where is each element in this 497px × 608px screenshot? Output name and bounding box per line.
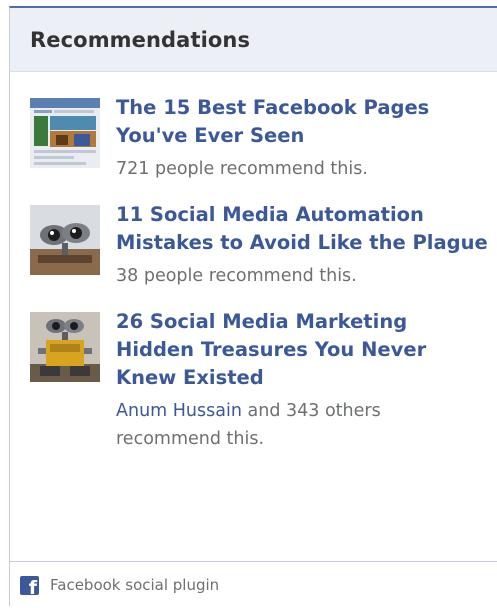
article-link[interactable]: 26 Social Media Marketing Hidden Treasur…	[116, 308, 490, 392]
widget-header: Recommendations	[10, 8, 497, 72]
wall-e-robot-image	[30, 312, 100, 382]
widget-footer: f Facebook social plugin	[10, 561, 497, 608]
item-body: 26 Social Media Marketing Hidden Treasur…	[116, 308, 490, 453]
list-item: 11 Social Media Automation Mistakes to A…	[30, 201, 490, 290]
item-body: The 15 Best Facebook Pages You've Ever S…	[116, 94, 490, 183]
recommendations-list: The 15 Best Facebook Pages You've Ever S…	[30, 94, 490, 471]
article-thumbnail[interactable]	[30, 205, 100, 275]
webpage-screenshot-image	[30, 98, 100, 168]
list-item: The 15 Best Facebook Pages You've Ever S…	[30, 94, 490, 183]
social-plugin-label[interactable]: Facebook social plugin	[50, 576, 219, 594]
article-thumbnail[interactable]	[30, 312, 100, 382]
recommendations-widget: Recommendations The 15 Best Facebook Pag…	[9, 6, 497, 606]
article-link[interactable]: The 15 Best Facebook Pages You've Ever S…	[116, 94, 490, 150]
widget-title: Recommendations	[30, 27, 251, 52]
facebook-icon[interactable]: f	[20, 575, 39, 597]
article-thumbnail[interactable]	[30, 98, 100, 168]
recommend-social-context: Anum Hussain and 343 others recommend th…	[116, 397, 490, 453]
recommend-count: 721 people recommend this.	[116, 159, 368, 179]
recommend-count: 38 people recommend this.	[116, 266, 357, 286]
friend-name-link[interactable]: Anum Hussain	[116, 401, 242, 421]
list-item: 26 Social Media Marketing Hidden Treasur…	[30, 308, 490, 453]
item-body: 11 Social Media Automation Mistakes to A…	[116, 201, 490, 290]
article-link[interactable]: 11 Social Media Automation Mistakes to A…	[116, 201, 490, 257]
robot-toy-image	[30, 205, 100, 275]
